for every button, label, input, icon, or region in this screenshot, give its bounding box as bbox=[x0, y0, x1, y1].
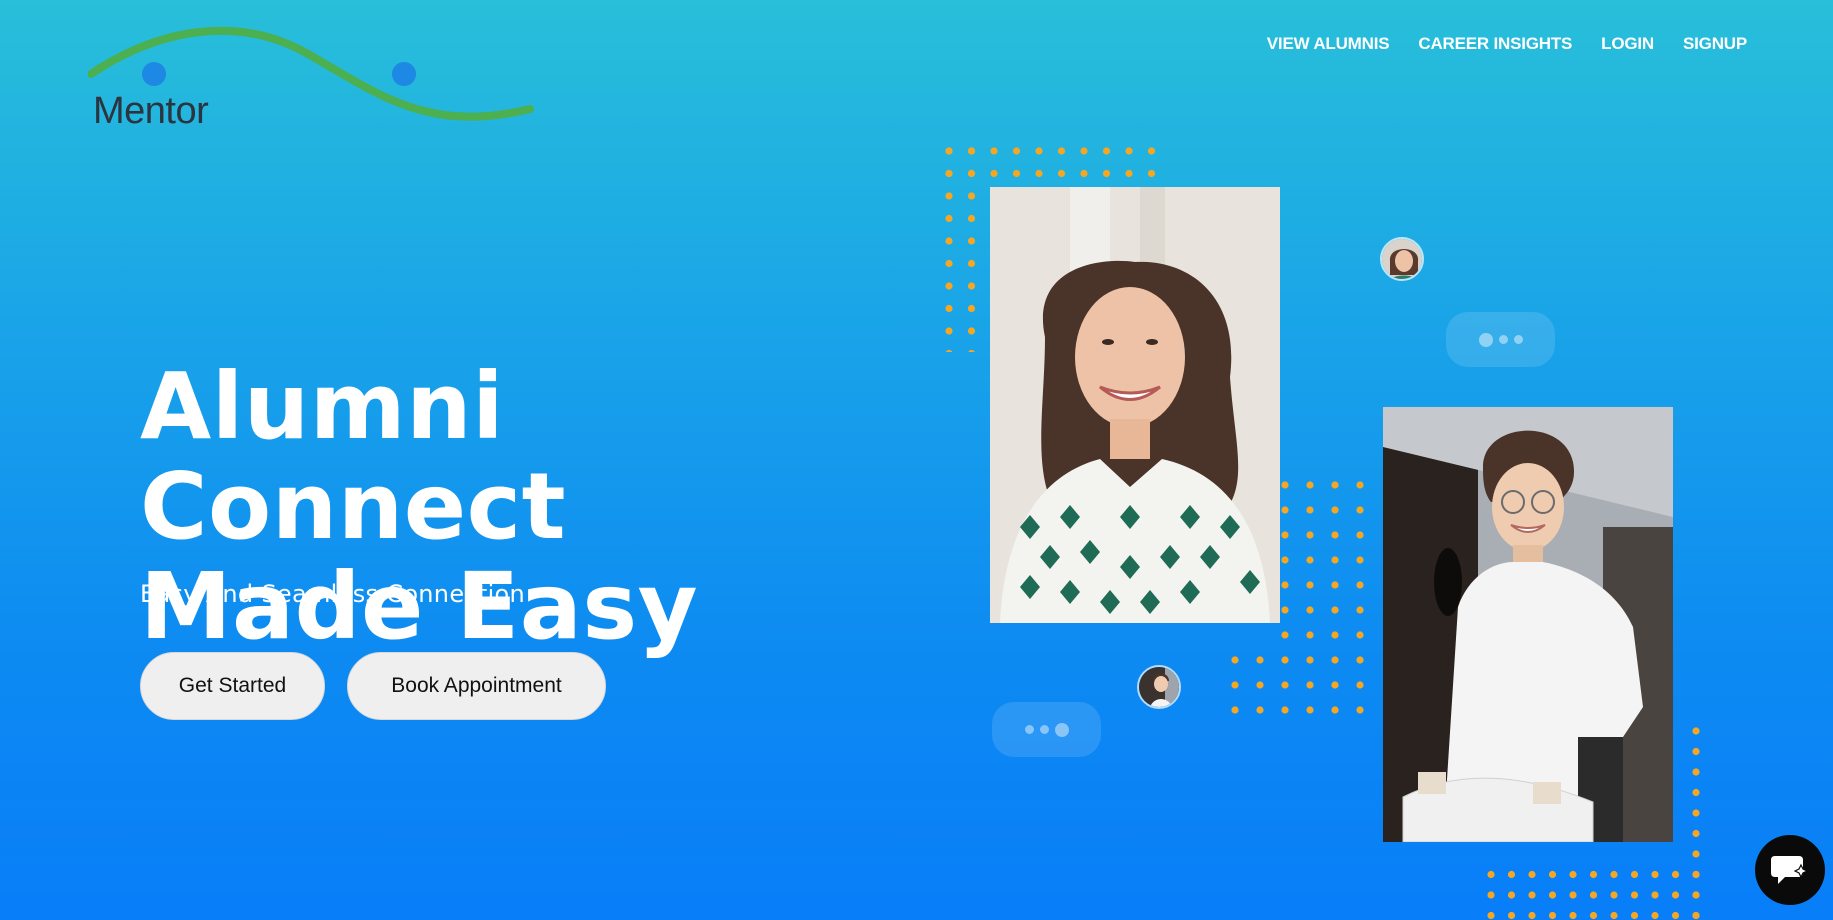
get-started-button[interactable]: Get Started bbox=[140, 652, 325, 720]
hero-subtitle: Easy And Seamless Connection bbox=[140, 580, 526, 608]
alumni-photo-woman bbox=[990, 187, 1280, 623]
hero-title-line1: Alumni Connect bbox=[140, 353, 567, 560]
nav-view-alumnis[interactable]: VIEW ALUMNIS bbox=[1267, 34, 1390, 54]
floating-avatar-man bbox=[1137, 665, 1181, 709]
nav-signup[interactable]: SIGNUP bbox=[1683, 34, 1747, 54]
top-nav: VIEW ALUMNIS CAREER INSIGHTS LOGIN SIGNU… bbox=[1238, 34, 1747, 54]
nav-career-insights[interactable]: CAREER INSIGHTS bbox=[1418, 34, 1572, 54]
floating-avatar-woman bbox=[1380, 237, 1424, 281]
typing-bubble-top bbox=[1446, 312, 1555, 367]
alumni-photo-man bbox=[1383, 407, 1673, 842]
book-appointment-button[interactable]: Book Appointment bbox=[347, 652, 606, 720]
typing-bubble-bottom bbox=[992, 702, 1101, 757]
chat-support-icon bbox=[1771, 856, 1809, 884]
nav-login[interactable]: LOGIN bbox=[1601, 34, 1654, 54]
hero-title: Alumni Connect Made Easy bbox=[140, 357, 940, 657]
chat-support-button[interactable] bbox=[1755, 835, 1825, 905]
brand-name: Mentor bbox=[93, 90, 209, 132]
brand-logo[interactable]: Mentor bbox=[88, 14, 538, 134]
